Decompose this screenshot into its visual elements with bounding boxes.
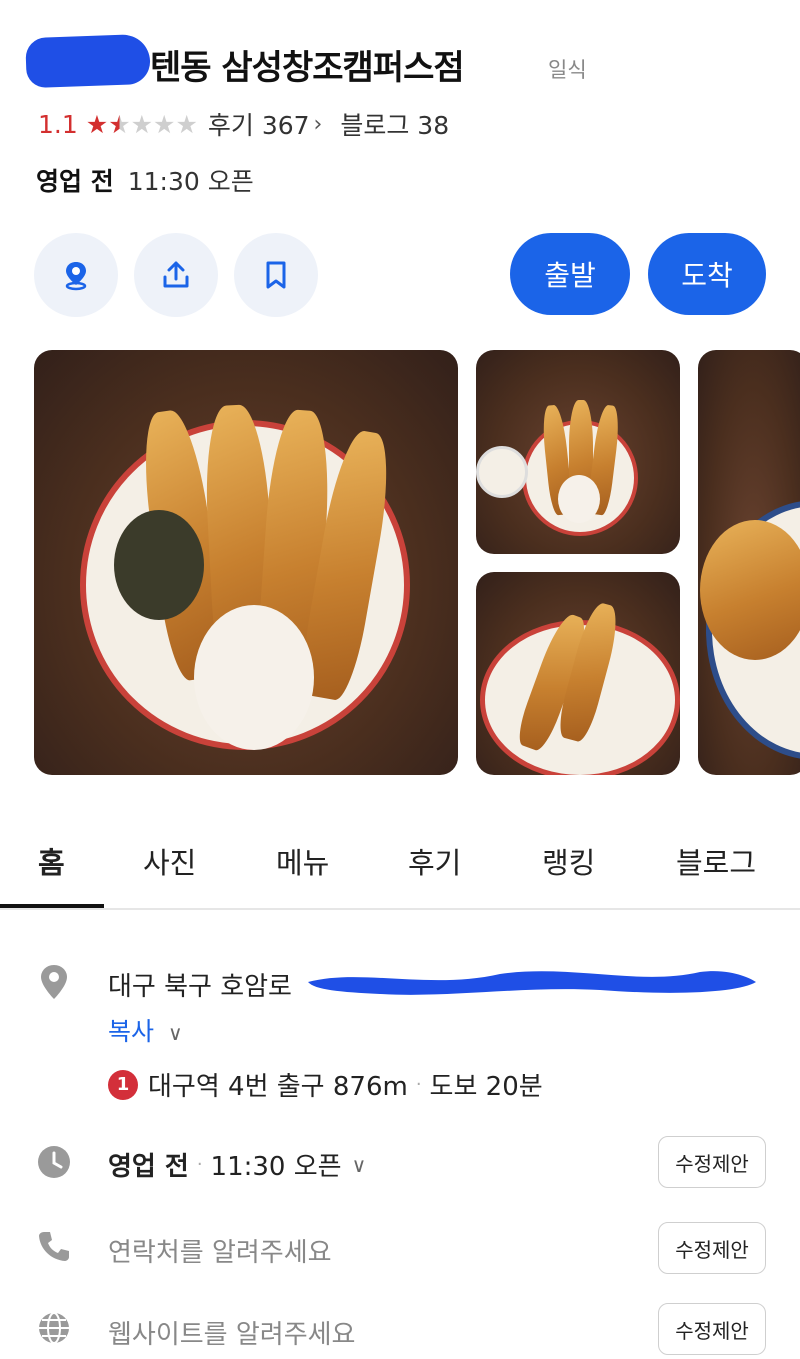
tab-photos[interactable]: 사진 <box>143 840 196 882</box>
rating-row: 1.1 ★ ★ ★ ★ ★ 후기 367 › 블로그 38 <box>38 106 449 142</box>
separator-dot: · <box>415 1074 422 1095</box>
thumbnail-photo[interactable] <box>476 350 680 554</box>
main-photo[interactable] <box>34 350 458 775</box>
tab-menu[interactable]: 메뉴 <box>276 840 329 882</box>
map-pin-icon <box>65 262 87 291</box>
tempura-bowl-photo <box>34 350 458 775</box>
star-icon: ★ <box>108 109 131 139</box>
separator-dot: · <box>196 1154 203 1175</box>
website-placeholder[interactable]: 웹사이트를 알려주세요 <box>108 1314 355 1351</box>
redaction-mark <box>25 33 151 89</box>
chevron-down-icon: ∨ <box>167 1021 183 1045</box>
address-text: 대구 북구 호암로 <box>108 972 292 1002</box>
phone-placeholder[interactable]: 연락처를 알려주세요 <box>108 1232 332 1269</box>
open-time: 11:30 오픈 <box>127 167 254 196</box>
copy-address-button[interactable]: 복사 ∨ <box>108 1012 183 1048</box>
star-icon: ★ <box>175 109 198 139</box>
tempura-closeup-photo <box>698 350 800 775</box>
nearest-station: 1 대구역 4번 출구 876m · 도보 20분 <box>108 1066 543 1103</box>
photo-strip[interactable] <box>0 350 800 775</box>
tab-blog[interactable]: 블로그 <box>676 840 756 882</box>
thumbnail-photo[interactable] <box>698 350 800 775</box>
tab-home[interactable]: 홈 <box>38 840 65 882</box>
reviews-label: 후기 367 <box>207 111 310 140</box>
hours-status: 영업 전 <box>108 1152 189 1182</box>
clock-icon <box>34 1142 74 1182</box>
hours-row[interactable]: 영업 전 · 11:30 오픈 ∨ <box>108 1146 366 1183</box>
location-icon <box>34 962 74 1002</box>
star-icon: ★ <box>85 109 109 139</box>
arrive-button[interactable]: 도착 <box>648 233 766 315</box>
tab-reviews[interactable]: 후기 <box>408 840 461 882</box>
station-distance: 대구역 4번 출구 876m <box>148 1072 408 1102</box>
copy-label: 복사 <box>108 1017 155 1046</box>
tempura-plate-photo <box>476 572 680 775</box>
bookmark-icon <box>266 261 286 289</box>
tempura-table-photo <box>476 350 680 554</box>
place-title: 텐동 삼성창조캠퍼스점 <box>150 48 465 88</box>
share-button[interactable] <box>134 233 218 317</box>
chevron-down-icon: ∨ <box>351 1152 367 1177</box>
suggest-edit-button[interactable]: 수정제안 <box>658 1222 766 1274</box>
star-icon: ★ <box>130 109 154 139</box>
hours-open: 11:30 오픈 <box>210 1152 342 1182</box>
globe-icon <box>34 1308 74 1348</box>
phone-icon <box>34 1226 74 1266</box>
tab-ranking[interactable]: 랭킹 <box>542 840 595 882</box>
rating-score: 1.1 <box>38 109 78 139</box>
chevron-right-icon: › <box>313 111 323 137</box>
suggest-edit-button[interactable]: 수정제안 <box>658 1303 766 1355</box>
share-icon <box>163 261 189 288</box>
redaction-mark <box>308 971 756 995</box>
place-header: 텐동 삼성창조캠퍼스점 일식 1.1 ★ ★ ★ ★ ★ 후기 367 › 블로… <box>0 0 800 220</box>
place-category: 일식 <box>548 58 587 82</box>
blog-link[interactable]: 블로그 38 <box>340 106 449 142</box>
depart-button[interactable]: 출발 <box>510 233 630 315</box>
tab-bar: 홈 사진 메뉴 후기 랭킹 블로그 <box>0 820 800 910</box>
walk-time: 도보 20분 <box>429 1072 543 1102</box>
save-button[interactable] <box>234 233 318 317</box>
status-label: 영업 전 <box>36 167 114 196</box>
subway-line-badge: 1 <box>108 1069 138 1100</box>
star-icon: ★ <box>153 109 176 139</box>
active-tab-indicator <box>0 904 104 908</box>
thumbnail-photo[interactable] <box>476 572 680 775</box>
star-rating: ★ ★ ★ ★ ★ <box>86 112 198 137</box>
business-status: 영업 전 11:30 오픈 <box>36 162 254 198</box>
map-view-button[interactable] <box>34 233 118 317</box>
reviews-link[interactable]: 후기 367 › <box>208 106 340 142</box>
suggest-edit-button[interactable]: 수정제안 <box>658 1136 766 1188</box>
